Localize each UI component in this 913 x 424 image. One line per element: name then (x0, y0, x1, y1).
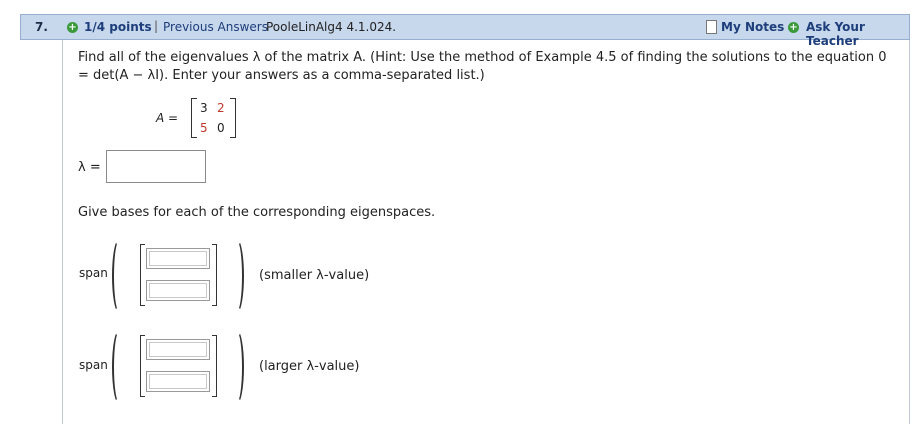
matrix-equals: = (164, 111, 179, 125)
matrix-cell: 0 (217, 121, 225, 135)
plus-icon[interactable]: + (67, 22, 78, 33)
smaller-lambda-note: (smaller λ-value) (259, 268, 370, 283)
question-text: Find all of the eigenvalues λ of the mat… (78, 50, 887, 83)
matrix-cell: 5 (200, 121, 208, 135)
left-paren (112, 330, 126, 404)
basis-vector-input[interactable] (146, 371, 210, 392)
eigenvalues-input[interactable] (106, 150, 206, 183)
span-label: span (79, 266, 108, 280)
matrix-cell: 2 (217, 101, 225, 115)
right-paren (230, 239, 244, 313)
question-body (62, 40, 910, 424)
vector-right-bracket (212, 335, 217, 397)
matrix-right-bracket (230, 98, 236, 138)
matrix-label: A = (156, 111, 178, 125)
question-id: PooleLinAlg4 4.1.024. (266, 20, 397, 34)
my-notes-link[interactable]: My Notes (721, 20, 784, 34)
points-link[interactable]: 1/4 points (84, 20, 152, 34)
basis-vector-input[interactable] (146, 248, 210, 269)
matrix-name: A (156, 111, 165, 125)
basis-vector-input[interactable] (146, 339, 210, 360)
vector-left-bracket (140, 244, 145, 306)
lambda-label: λ = (78, 160, 101, 175)
vector-right-bracket (212, 244, 217, 306)
plus-icon[interactable]: + (788, 22, 799, 33)
eigenspaces-instruction: Give bases for each of the corresponding… (78, 205, 436, 220)
question-number: 7. (35, 20, 48, 34)
matrix-cell: 3 (200, 101, 208, 115)
right-paren (230, 330, 244, 404)
span-label: span (79, 358, 108, 372)
question-header: 7. + 1/4 points | Previous Answers Poole… (20, 14, 910, 48)
basis-vector-input[interactable] (146, 280, 210, 301)
previous-answers-link[interactable]: Previous Answers (163, 20, 268, 34)
left-paren (112, 239, 126, 313)
matrix-left-bracket (191, 98, 197, 138)
vector-left-bracket (140, 335, 145, 397)
separator: | (154, 19, 159, 33)
notes-icon[interactable] (706, 20, 717, 34)
larger-lambda-note: (larger λ-value) (259, 359, 360, 374)
